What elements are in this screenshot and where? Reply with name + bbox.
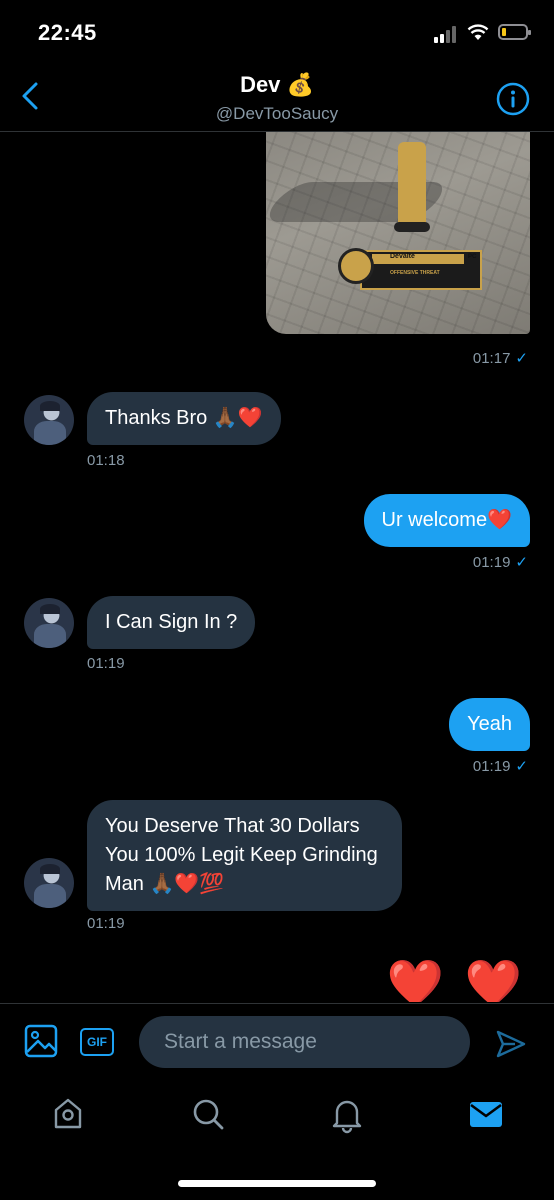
- mail-icon[interactable]: [466, 1094, 506, 1134]
- bell-icon[interactable]: [327, 1094, 367, 1134]
- wifi-icon: [467, 24, 489, 40]
- home-indicator: [178, 1180, 376, 1187]
- contact-name[interactable]: Dev 💰: [0, 72, 554, 98]
- emoji-message[interactable]: ❤️ ❤️: [387, 960, 526, 1002]
- message-time: 01:19: [87, 655, 125, 672]
- player-figure: [394, 132, 430, 234]
- message-bubble-outgoing[interactable]: Yeah: [449, 698, 530, 751]
- message-time: 01:19 ✓: [472, 554, 528, 571]
- badge-platform: PC: [468, 254, 477, 260]
- message-bubble-incoming[interactable]: Thanks Bro 🙏🏾❤️: [87, 392, 281, 445]
- message-line: Man 🙏🏾❤️💯: [105, 873, 225, 895]
- message-list[interactable]: Devalte PC OFFENSIVE THREAT 01:17 ✓ Thank…: [0, 132, 554, 1002]
- badge-title: OFFENSIVE THREAT: [390, 270, 440, 276]
- message-line: You Deserve That 30 Dollars: [105, 815, 360, 837]
- image-message[interactable]: Devalte PC OFFENSIVE THREAT: [266, 132, 530, 334]
- message-composer: GIF: [0, 1003, 554, 1079]
- info-button[interactable]: [496, 82, 530, 116]
- read-check-icon: ✓: [515, 554, 528, 571]
- avatar[interactable]: [24, 395, 74, 445]
- conversation-header: Dev 💰 @DevTooSaucy: [0, 64, 554, 132]
- status-bar: 22:45: [0, 0, 554, 64]
- gif-button[interactable]: GIF: [80, 1028, 114, 1056]
- read-check-icon: ✓: [515, 758, 528, 775]
- message-time: 01:19 ✓: [472, 758, 528, 775]
- contact-handle[interactable]: @DevTooSaucy: [0, 104, 554, 124]
- message-time: 01:17 ✓: [472, 350, 528, 367]
- badge-player-name: Devalte: [390, 253, 415, 260]
- send-icon[interactable]: [495, 1028, 527, 1060]
- message-time: 01:18: [87, 452, 125, 469]
- read-check-icon: ✓: [515, 350, 528, 367]
- status-time: 22:45: [38, 20, 97, 45]
- image-icon[interactable]: [24, 1024, 58, 1058]
- message-bubble-incoming[interactable]: I Can Sign In ?: [87, 596, 256, 649]
- search-icon[interactable]: [188, 1094, 228, 1134]
- message-line: You 100% Legit Keep Grinding: [105, 844, 378, 866]
- badge-emblem-icon: [338, 248, 374, 284]
- signal-icon: [434, 25, 460, 43]
- avatar[interactable]: [24, 598, 74, 648]
- game-badge: Devalte PC OFFENSIVE THREAT: [338, 240, 484, 296]
- battery-icon: [498, 24, 531, 40]
- home-icon[interactable]: [48, 1094, 88, 1134]
- message-bubble-outgoing[interactable]: Ur welcome❤️: [363, 494, 530, 547]
- message-bubble-incoming[interactable]: You Deserve That 30 Dollars You 100% Leg…: [87, 800, 402, 911]
- message-input[interactable]: [139, 1016, 470, 1068]
- avatar[interactable]: [24, 858, 74, 908]
- message-time: 01:19: [87, 915, 125, 932]
